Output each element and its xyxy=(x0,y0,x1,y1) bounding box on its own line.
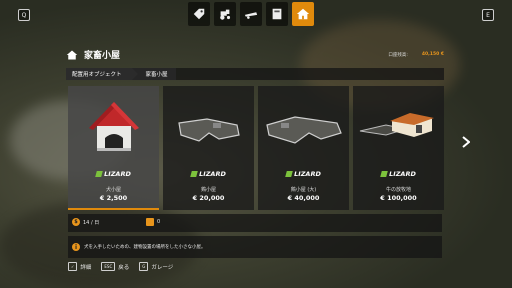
footer-actions: ✓ 詳細 ESC 戻る G ガレージ xyxy=(68,262,173,271)
item-grid: LIZARD 犬小屋 € 2,500 LIZARD 鶏小屋 € 20,000 L… xyxy=(68,86,444,210)
brand-logo: LIZARD xyxy=(353,170,444,178)
tab-trailer-icon[interactable] xyxy=(240,2,262,26)
item-stats: $ 14 / 日 0 xyxy=(68,214,442,232)
back-key: ESC xyxy=(101,262,116,271)
tab-tag-icon[interactable] xyxy=(188,2,210,26)
brand-logo: LIZARD xyxy=(258,170,349,178)
doghouse-image xyxy=(68,92,159,164)
brand-label: LIZARD xyxy=(199,170,226,178)
cow-pasture-image xyxy=(353,92,444,164)
item-price: € 40,000 xyxy=(287,194,320,202)
back-action[interactable]: ESC 戻る xyxy=(101,262,129,271)
garage-key: G xyxy=(139,262,149,271)
item-name: 牛の放牧地 xyxy=(385,187,411,193)
breadcrumb-arrow xyxy=(131,68,138,80)
storage-icon xyxy=(146,218,154,226)
upkeep-value: 14 / 日 xyxy=(83,219,100,226)
lizard-logo-icon xyxy=(285,171,293,177)
breadcrumb-placeables-label: 配置用オブジェクト xyxy=(72,72,122,78)
coin-icon: $ xyxy=(72,218,80,226)
detail-label: 詳細 xyxy=(80,264,92,271)
category-tabs xyxy=(188,2,314,26)
tab-building-icon[interactable] xyxy=(266,2,288,26)
breadcrumb-animal-pens[interactable]: 家畜小屋 xyxy=(131,68,176,80)
info-icon: i xyxy=(72,243,80,251)
capacity-value: 0 xyxy=(157,219,161,225)
lizard-logo-icon xyxy=(190,171,198,177)
brand-label: LIZARD xyxy=(104,170,131,178)
item-price: € 100,000 xyxy=(380,194,417,202)
chevron-right-icon xyxy=(462,136,471,148)
chicken-pen-large-image xyxy=(258,92,349,164)
description-text: 犬を入手したいための、建物設置の場所をした小さな小屋。 xyxy=(84,245,206,250)
item-price: € 20,000 xyxy=(192,194,225,202)
breadcrumb-animal-pens-label: 家畜小屋 xyxy=(145,72,168,78)
garage-action[interactable]: G ガレージ xyxy=(139,262,173,271)
building-icon xyxy=(272,8,282,20)
lizard-logo-icon xyxy=(95,171,103,177)
balance-label: 口座残高: xyxy=(388,53,408,58)
top-navigation-bar: Q E xyxy=(0,0,512,30)
tag-icon xyxy=(193,8,205,20)
breadcrumb: 配置用オブジェクト 家畜小屋 xyxy=(66,68,444,80)
capacity-stat: 0 xyxy=(146,218,160,226)
balance-value: 40,150 € xyxy=(421,52,444,57)
item-card-cow-pasture[interactable]: LIZARD 牛の放牧地 € 100,000 xyxy=(353,86,444,210)
page-header: 家畜小屋 xyxy=(66,48,120,61)
balance-display: 口座残高: 40,150 € xyxy=(388,52,444,58)
tab-home-icon[interactable] xyxy=(292,2,314,26)
page-title: 家畜小屋 xyxy=(84,51,121,61)
next-page-key[interactable]: E xyxy=(482,9,494,21)
home-icon xyxy=(296,8,310,20)
tab-tractor-icon[interactable] xyxy=(214,2,236,26)
item-card-chicken-pen-large[interactable]: LIZARD 鶏小屋 (大) € 40,000 xyxy=(258,86,349,210)
breadcrumb-filler xyxy=(175,68,444,80)
garage-label: ガレージ xyxy=(151,264,174,271)
brand-label: LIZARD xyxy=(294,170,321,178)
item-name: 犬小屋 xyxy=(105,187,121,193)
home-icon xyxy=(66,50,78,59)
item-name: 鶏小屋 (大) xyxy=(290,187,317,193)
prev-page-key[interactable]: Q xyxy=(18,9,30,21)
brand-logo: LIZARD xyxy=(163,170,254,178)
item-description: i 犬を入手したいための、建物設置の場所をした小さな小屋。 xyxy=(68,236,442,258)
item-name: 鶏小屋 xyxy=(200,187,216,193)
chicken-pen-image xyxy=(163,92,254,164)
item-card-doghouse[interactable]: LIZARD 犬小屋 € 2,500 xyxy=(68,86,159,210)
breadcrumb-placeables[interactable]: 配置用オブジェクト xyxy=(66,68,138,80)
trailer-icon xyxy=(244,12,258,19)
upkeep-stat: $ 14 / 日 xyxy=(72,218,99,226)
item-card-chicken-pen[interactable]: LIZARD 鶏小屋 € 20,000 xyxy=(163,86,254,210)
tractor-icon xyxy=(220,9,231,20)
lizard-logo-icon xyxy=(380,171,388,177)
item-price: € 2,500 xyxy=(99,194,128,202)
next-items-arrow[interactable] xyxy=(462,136,471,151)
brand-label: LIZARD xyxy=(389,170,416,178)
back-label: 戻る xyxy=(118,264,130,271)
detail-key: ✓ xyxy=(68,262,78,271)
brand-logo: LIZARD xyxy=(68,170,159,178)
detail-action[interactable]: ✓ 詳細 xyxy=(68,262,91,271)
